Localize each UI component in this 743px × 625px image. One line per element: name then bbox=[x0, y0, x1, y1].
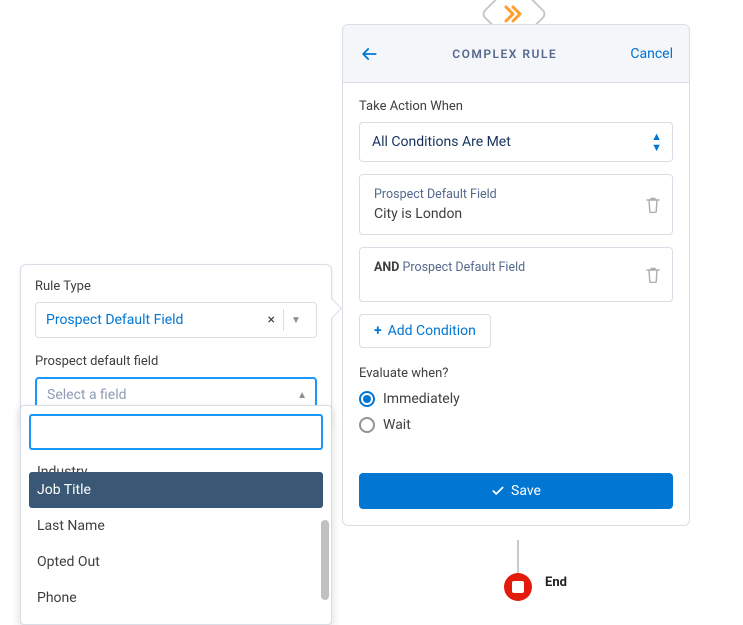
add-condition-label: Add Condition bbox=[388, 323, 476, 339]
evaluate-option-immediately[interactable]: Immediately bbox=[359, 391, 673, 407]
arrow-left-icon bbox=[359, 44, 379, 64]
caret-up-icon: ▲ bbox=[297, 390, 307, 401]
rule-type-select[interactable]: Prospect Default Field × ▼ bbox=[35, 302, 317, 338]
condition-body: City is London bbox=[374, 206, 658, 222]
clear-rule-type-button[interactable]: × bbox=[260, 312, 283, 328]
chevrons-icon bbox=[502, 2, 526, 26]
evaluate-option-wait[interactable]: Wait bbox=[359, 417, 673, 433]
rule-type-label: Rule Type bbox=[35, 279, 317, 294]
check-icon bbox=[491, 484, 505, 498]
panel-header: COMPLEX RULE Cancel bbox=[343, 25, 689, 83]
dropdown-item-label: Opted Out bbox=[37, 554, 100, 570]
condition-and-label: AND bbox=[374, 260, 399, 275]
save-button[interactable]: Save bbox=[359, 473, 673, 509]
rule-type-caret[interactable]: ▼ bbox=[284, 315, 308, 326]
dropdown-item[interactable]: Last Name bbox=[29, 508, 323, 544]
dropdown-item[interactable]: Phone bbox=[29, 580, 323, 616]
dropdown-item-label: Last Name bbox=[37, 518, 105, 534]
trash-icon bbox=[646, 267, 660, 283]
delete-condition-button[interactable] bbox=[646, 197, 660, 213]
condition-card: Prospect Default Field City is London bbox=[359, 174, 673, 235]
condition-card: AND Prospect Default Field bbox=[359, 247, 673, 302]
dropdown-item-label: Phone bbox=[37, 590, 77, 606]
rule-type-value: Prospect Default Field bbox=[46, 312, 183, 328]
complex-rule-panel: COMPLEX RULE Cancel Take Action When All… bbox=[342, 24, 690, 526]
radio-unchecked-icon bbox=[359, 417, 375, 433]
plus-icon: + bbox=[374, 323, 382, 339]
dropdown-item-partial[interactable]: Industry bbox=[29, 454, 323, 472]
delete-condition-button[interactable] bbox=[646, 267, 660, 283]
take-action-select[interactable]: All Conditions Are Met ▲▼ bbox=[359, 122, 673, 162]
prospect-field-dropdown: Industry Job Title Last Name Opted Out P… bbox=[20, 405, 332, 625]
scrollbar-thumb[interactable] bbox=[321, 520, 329, 600]
end-node[interactable] bbox=[504, 573, 532, 601]
take-action-label: Take Action When bbox=[359, 99, 673, 114]
cancel-button[interactable]: Cancel bbox=[630, 46, 673, 62]
back-button[interactable] bbox=[359, 44, 379, 64]
save-button-label: Save bbox=[511, 483, 541, 499]
dropdown-item[interactable]: Job Title bbox=[29, 472, 323, 508]
end-node-label: End bbox=[545, 575, 567, 590]
evaluate-when-label: Evaluate when? bbox=[359, 366, 673, 381]
prospect-field-placeholder: Select a field bbox=[47, 387, 127, 403]
dropdown-item[interactable]: Opted Out bbox=[29, 544, 323, 580]
condition-prefix: AND Prospect Default Field bbox=[374, 260, 658, 275]
evaluate-option-label: Immediately bbox=[383, 391, 460, 407]
select-caret-icon: ▲▼ bbox=[651, 131, 662, 153]
take-action-value: All Conditions Are Met bbox=[372, 134, 511, 150]
panel-title: COMPLEX RULE bbox=[452, 47, 557, 61]
rule-type-popover: Rule Type Prospect Default Field × ▼ Pro… bbox=[20, 264, 332, 428]
evaluate-option-label: Wait bbox=[383, 417, 411, 433]
dropdown-item-label: Job Title bbox=[37, 482, 91, 498]
dropdown-search-input[interactable] bbox=[29, 414, 323, 450]
dropdown-scrollbar[interactable] bbox=[321, 450, 329, 620]
condition-prefix: Prospect Default Field bbox=[374, 187, 658, 202]
add-condition-button[interactable]: + Add Condition bbox=[359, 314, 491, 348]
trash-icon bbox=[646, 197, 660, 213]
radio-checked-icon bbox=[359, 391, 375, 407]
prospect-field-label: Prospect default field bbox=[35, 354, 317, 369]
